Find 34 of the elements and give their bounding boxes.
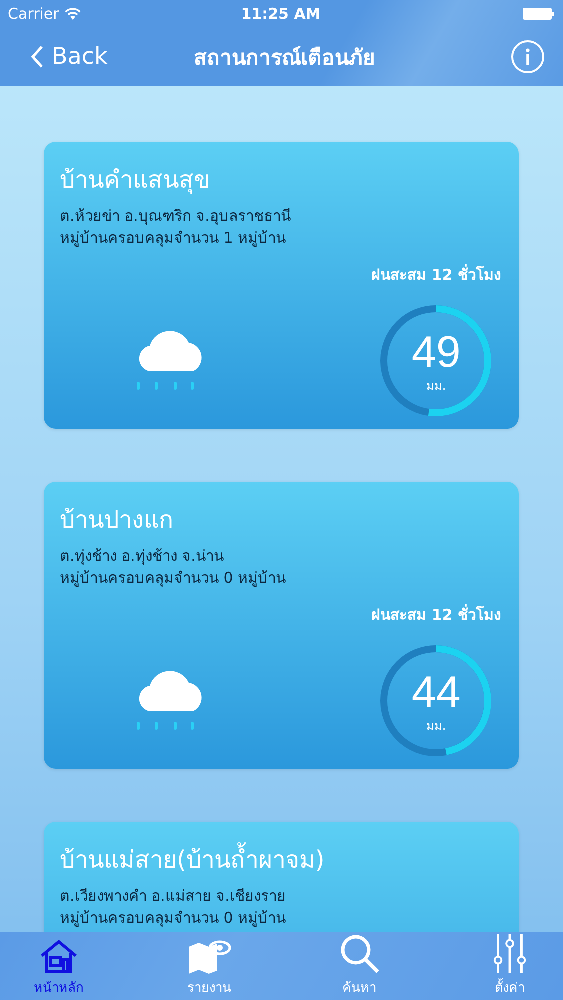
- village-name: บ้านคำแสนสุข: [60, 165, 211, 196]
- alert-card[interactable]: บ้านแม่สาย(บ้านถ้ำผาจม) ต.เวียงพางคำ อ.แม่สาย จ.เชียงราย หมู่บ้านครอบคลุมจำนวน 0 หมู่บ้าน: [44, 822, 519, 932]
- back-button[interactable]: Back: [30, 44, 108, 70]
- village-name: บ้านแม่สาย(บ้านถ้ำผาจม): [60, 840, 503, 879]
- coverage-text: หมู่บ้านครอบคลุมจำนวน 0 หมู่บ้าน: [60, 908, 288, 929]
- map-eye-icon: [187, 939, 232, 975]
- gauge-label: ฝนสะสม 12 ชั่วโมง: [372, 263, 501, 286]
- battery-icon: [523, 8, 555, 20]
- carrier-label: Carrier: [8, 5, 60, 23]
- tab-item[interactable]: ตั้งค่า: [464, 932, 555, 1000]
- rainfall-value: 49: [410, 331, 462, 375]
- unit-label: มม.: [425, 719, 448, 733]
- unit-label: มม.: [425, 379, 448, 393]
- location-text: ต.เวียงพางคำ อ.แม่สาย จ.เชียงราย: [60, 886, 287, 907]
- page-title: สถานการณ์เตือนภัย: [192, 44, 376, 72]
- info-icon[interactable]: [511, 40, 545, 74]
- village-name: บ้านปางแก: [60, 505, 175, 536]
- coverage-text: หมู่บ้านครอบคลุมจำนวน 1 หมู่บ้าน: [60, 228, 288, 249]
- sliders-icon: [492, 932, 527, 975]
- wifi-icon: [65, 8, 82, 20]
- alert-card[interactable]: บ้านปางแก ต.ทุ่งช้าง อ.ทุ่งช้าง จ.น่าน หมู่บ้านครอบคลุมจำนวน 0 หมู่บ้าน ฝนสะสม 12 ชั่วโมง 44 มม.: [44, 482, 519, 769]
- gauge-label: ฝนสะสม 12 ชั่วโมง: [372, 603, 501, 626]
- rainfall-value: 44: [410, 671, 462, 715]
- house-icon: [39, 939, 79, 975]
- alert-card[interactable]: บ้านคำแสนสุข ต.ห้วยข่า อ.บุณฑริก จ.อุบลราชธานี หมู่บ้านครอบคลุมจำนวน 1 หมู่บ้าน ฝนสะสม 12 ชั่วโมง 49 มม.: [44, 142, 519, 429]
- search-icon: [338, 933, 381, 975]
- location-text: ต.ทุ่งช้าง อ.ทุ่งช้าง จ.น่าน: [60, 546, 225, 567]
- coverage-text: หมู่บ้านครอบคลุมจำนวน 0 หมู่บ้าน: [60, 568, 288, 589]
- location-text: ต.ห้วยข่า อ.บุณฑริก จ.อุบลราชธานี: [60, 206, 292, 227]
- tab-item[interactable]: ค้นหา: [314, 932, 405, 1000]
- tab-item[interactable]: รายงาน: [164, 932, 254, 1000]
- tab-item[interactable]: หน้าหลัก: [14, 932, 104, 1000]
- chevron-left-icon: [30, 45, 44, 69]
- clock-time: 11:25 AM: [240, 5, 322, 23]
